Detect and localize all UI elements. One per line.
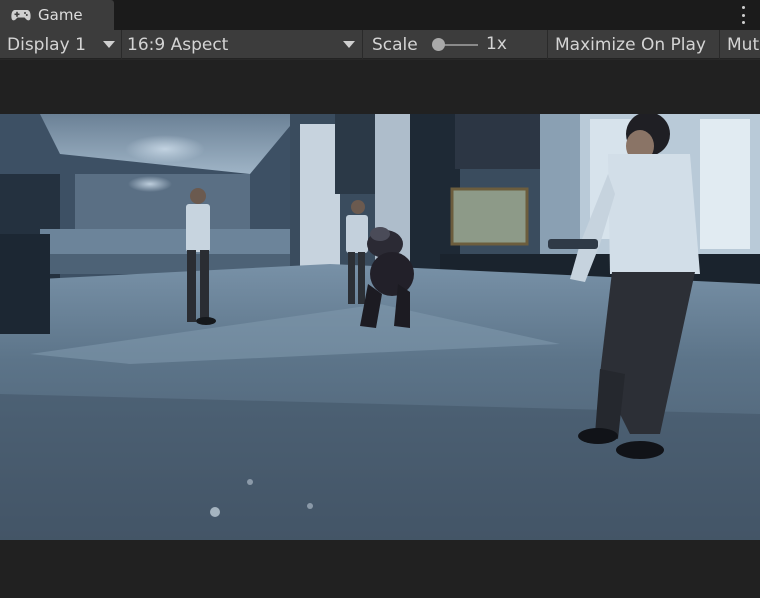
tab-game[interactable]: Game	[0, 0, 114, 30]
tab-strip: Game	[0, 0, 760, 30]
aspect-value: 16:9 Aspect	[127, 34, 229, 55]
maximize-on-play-button[interactable]: Maximize On Play	[548, 30, 720, 59]
game-window: Game Display 1 16:9 Aspect Scale 1x Maxi…	[0, 0, 760, 598]
chevron-down-icon	[103, 41, 115, 48]
scale-label: Scale	[372, 34, 418, 55]
display-dropdown[interactable]: Display 1	[0, 30, 122, 59]
letterbox-top	[0, 60, 760, 114]
mute-audio-label: Mut	[727, 34, 760, 55]
game-viewport[interactable]	[0, 114, 760, 540]
letterbox-bottom	[0, 540, 760, 598]
display-value: Display 1	[7, 34, 86, 55]
scale-value: 1x	[486, 34, 507, 54]
chandelier	[125, 135, 205, 163]
maximize-on-play-label: Maximize On Play	[555, 34, 706, 55]
tab-title: Game	[38, 6, 83, 24]
scale-slider-handle[interactable]	[432, 38, 445, 51]
painting	[455, 114, 540, 169]
more-options-icon[interactable]	[740, 6, 746, 24]
game-toolbar: Display 1 16:9 Aspect Scale 1x Maximize …	[0, 30, 760, 59]
painting	[335, 114, 375, 194]
pillar	[0, 234, 50, 334]
mute-audio-button[interactable]: Mut	[720, 30, 760, 59]
framed-painting	[450, 187, 529, 246]
scale-slider-track[interactable]	[442, 44, 478, 46]
chevron-down-icon	[343, 41, 355, 48]
aspect-dropdown[interactable]: 16:9 Aspect	[122, 30, 363, 59]
game-scene	[0, 114, 760, 540]
gamepad-icon	[11, 10, 31, 21]
